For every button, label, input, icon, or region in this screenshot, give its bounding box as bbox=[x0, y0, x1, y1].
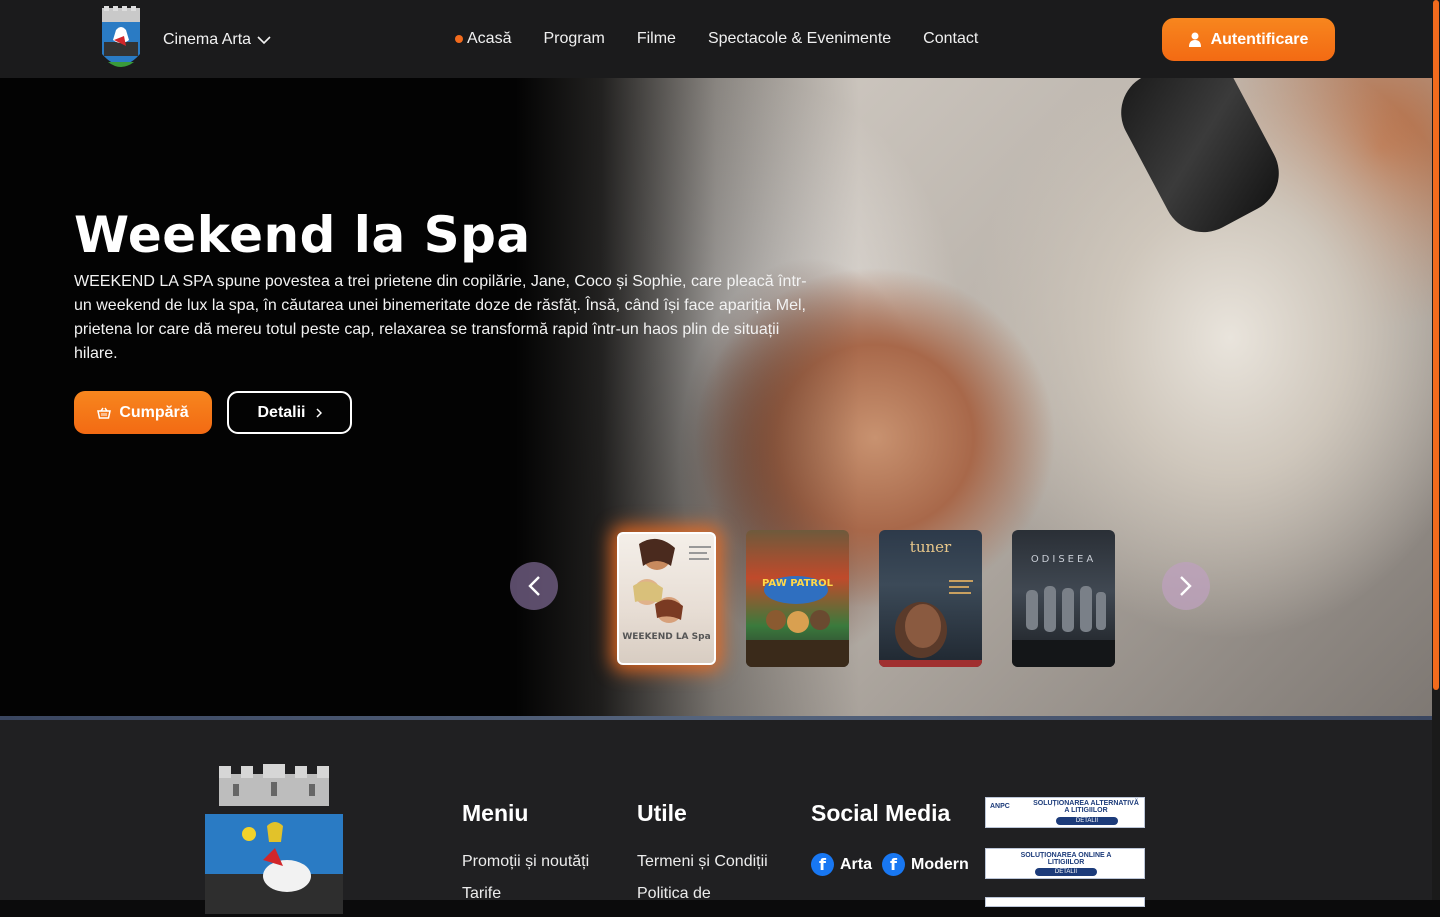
hero-title: Weekend la Spa bbox=[74, 206, 531, 264]
facebook-link-modern[interactable]: f Modern bbox=[882, 853, 969, 876]
details-button[interactable]: Detalii bbox=[227, 391, 352, 434]
login-button[interactable]: Autentificare bbox=[1162, 18, 1335, 61]
chevron-left-icon bbox=[528, 576, 540, 596]
movie-poster-carousel: WEEKEND LA Spa PAW PATROL tuner ODISEEA bbox=[617, 530, 1115, 667]
footer-util-column: Utile Termeni și Condiții Politica de bbox=[637, 800, 768, 917]
details-label: Detalii bbox=[257, 403, 306, 421]
footer-menu-title: Meniu bbox=[462, 800, 529, 826]
anpc-logo: ANPC bbox=[990, 803, 1010, 810]
poster-title: PAW PATROL bbox=[762, 578, 833, 589]
partial-badge[interactable] bbox=[985, 897, 1145, 907]
badge-details-pill: DETALII bbox=[1056, 817, 1118, 825]
basket-icon bbox=[97, 407, 112, 419]
nav-contact-label: Contact bbox=[923, 30, 979, 47]
footer-link-terms[interactable]: Termeni și Condiții bbox=[637, 853, 768, 871]
nav-movies[interactable]: Filme bbox=[637, 30, 676, 48]
footer-social-column: Social Media f Arta f Modern bbox=[811, 800, 969, 876]
active-indicator-dot bbox=[455, 35, 463, 43]
nav-shows-events-label: Spectacole & Evenimente bbox=[707, 30, 892, 47]
chevron-right-icon bbox=[1180, 576, 1192, 596]
page-scrollbar[interactable] bbox=[1432, 0, 1440, 900]
login-label: Autentificare bbox=[1210, 30, 1309, 48]
facebook-icon: f bbox=[882, 853, 906, 876]
nav-program[interactable]: Program bbox=[543, 30, 604, 48]
social-links: f Arta f Modern bbox=[811, 853, 969, 876]
badge-text: SOLUȚIONAREA ONLINE A LITIGIILOR bbox=[1020, 852, 1112, 866]
chevron-right-icon bbox=[315, 407, 322, 418]
footer-menu-column: Meniu Promoții și noutăți Tarife bbox=[462, 800, 589, 917]
poster-title: WEEKEND LA Spa bbox=[622, 632, 711, 642]
poster-tuner[interactable]: tuner bbox=[879, 530, 982, 667]
cinema-name: Cinema Arta bbox=[163, 31, 252, 48]
user-icon bbox=[1188, 32, 1201, 47]
carousel-next-button[interactable] bbox=[1162, 562, 1210, 610]
poster-title: tuner bbox=[909, 538, 952, 556]
nav-shows-events[interactable]: Spectacole & Evenimente bbox=[708, 30, 891, 48]
poster-title: ODISEEA bbox=[1030, 554, 1097, 565]
nav-movies-label: Filme bbox=[636, 30, 676, 47]
footer-util-title: Utile bbox=[637, 800, 687, 826]
poster-paw-patrol[interactable]: PAW PATROL bbox=[746, 530, 849, 667]
poster-artwork bbox=[1012, 586, 1115, 667]
buy-label: Cumpără bbox=[119, 403, 189, 421]
city-crest-logo-large bbox=[205, 764, 343, 914]
poster-artwork bbox=[746, 576, 849, 667]
buy-button[interactable]: Cumpără bbox=[74, 391, 212, 434]
anpc-sal-badge[interactable]: ANPC SOLUȚIONAREA ALTERNATIVĂ A LITIGIIL… bbox=[985, 797, 1145, 828]
footer-link-promotions[interactable]: Promoții și noutăți bbox=[462, 853, 589, 871]
anpc-sol-badge[interactable]: SOLUȚIONAREA ONLINE A LITIGIILOR DETALII bbox=[985, 848, 1145, 879]
hero-banner: Weekend la Spa WEEKEND LA SPA spune pove… bbox=[0, 78, 1432, 718]
site-header: Cinema Arta Acasă Program Filme Spectaco… bbox=[0, 0, 1432, 78]
facebook-icon: f bbox=[811, 853, 834, 876]
hero-description: WEEKEND LA SPA spune povestea a trei pri… bbox=[74, 273, 807, 362]
cinema-selector[interactable]: Cinema Arta bbox=[163, 31, 271, 49]
footer-link-prices[interactable]: Tarife bbox=[462, 885, 589, 903]
brand-dropdown[interactable]: Cinema Arta bbox=[98, 6, 271, 74]
poster-weekend-la-spa[interactable]: WEEKEND LA Spa bbox=[617, 532, 716, 665]
scrollbar-thumb[interactable] bbox=[1433, 0, 1439, 690]
facebook-link-arta[interactable]: f Arta bbox=[811, 853, 872, 876]
nav-program-label: Program bbox=[543, 30, 605, 47]
nav-home[interactable]: Acasă bbox=[455, 30, 511, 48]
main-nav: Acasă Program Filme Spectacole & Evenime… bbox=[455, 0, 978, 78]
footer-link-policy[interactable]: Politica de bbox=[637, 885, 768, 903]
badge-text: SOLUȚIONAREA ALTERNATIVĂ A LITIGIILOR bbox=[1033, 800, 1139, 814]
footer-social-title: Social Media bbox=[811, 800, 951, 826]
social-label-modern: Modern bbox=[911, 855, 969, 873]
site-footer: Meniu Promoții și noutăți Tarife Utile T… bbox=[0, 720, 1432, 914]
carousel-prev-button[interactable] bbox=[510, 562, 558, 610]
city-crest-logo bbox=[102, 6, 140, 67]
nav-home-label: Acasă bbox=[467, 30, 512, 47]
badge-details-pill: DETALII bbox=[1035, 868, 1097, 876]
poster-artwork bbox=[633, 538, 711, 623]
poster-odiseea[interactable]: ODISEEA bbox=[1012, 530, 1115, 667]
chevron-down-icon bbox=[257, 35, 271, 44]
nav-contact[interactable]: Contact bbox=[923, 30, 978, 48]
social-label-arta: Arta bbox=[840, 855, 873, 873]
